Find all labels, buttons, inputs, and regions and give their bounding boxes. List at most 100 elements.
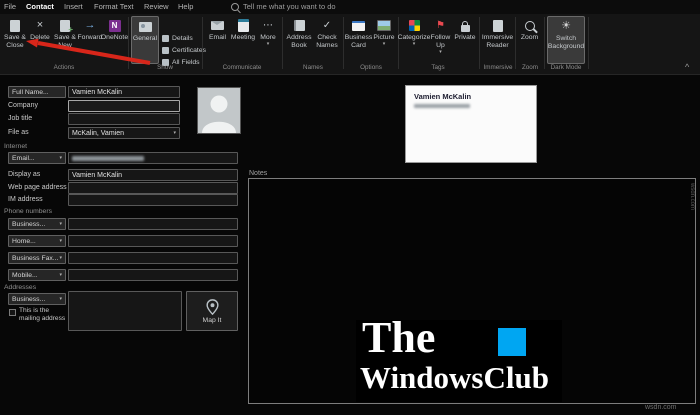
group-label-zoom: Zoom <box>521 64 539 71</box>
display-as-label: Display as <box>8 171 41 178</box>
lock-icon <box>460 18 470 33</box>
file-as-label: File as <box>8 129 29 136</box>
group-label-dark-mode: Dark Mode <box>550 64 582 71</box>
chevron-down-icon: ▾ <box>382 40 386 47</box>
full-name-button[interactable]: Full Name... <box>8 86 66 98</box>
more-icon: ⋯ <box>263 19 273 31</box>
chevron-down-icon: ▾ <box>59 155 62 161</box>
business-card-preview[interactable]: Vamien McKalin <box>405 85 537 163</box>
phone-mobile-field[interactable] <box>68 269 238 281</box>
phone-business-field[interactable] <box>68 218 238 230</box>
phone-business-button[interactable]: Business... ▾ <box>8 218 66 230</box>
notes-label: Notes <box>249 170 268 177</box>
redacted-email-value <box>72 155 144 161</box>
private-button[interactable]: Private <box>453 16 477 64</box>
group-label-communicate: Communicate <box>222 64 262 71</box>
group-separator <box>128 17 129 69</box>
phone-business-fax-field[interactable] <box>68 252 238 264</box>
collapse-ribbon-icon[interactable]: ^ <box>685 62 689 72</box>
business-card-icon <box>352 18 365 33</box>
full-name-field[interactable]: Vamien McKalin <box>68 86 180 98</box>
chevron-down-icon: ▾ <box>59 255 62 261</box>
phone-home-button[interactable]: Home... ▾ <box>8 235 66 247</box>
save-close-button[interactable]: Save & Close <box>2 16 28 64</box>
email-type-button[interactable]: Email... ▾ <box>8 152 66 164</box>
menu-bar: File Contact Insert Format Text Review H… <box>0 0 700 14</box>
group-label-actions: Actions <box>53 64 75 71</box>
tab-file[interactable]: File <box>4 0 16 14</box>
chevron-down-icon: ▾ <box>59 238 62 244</box>
phone-mobile-button[interactable]: Mobile... ▾ <box>8 269 66 281</box>
check-names-button[interactable]: ✓ Check Names <box>313 16 341 64</box>
details-button[interactable]: Details <box>162 33 193 44</box>
file-as-dropdown[interactable]: McKalin, Vamien ▾ <box>68 127 180 139</box>
tell-me-search[interactable]: Tell me what you want to do <box>243 0 336 14</box>
email-button[interactable]: Email <box>205 16 230 64</box>
group-label-options: Options <box>360 64 382 71</box>
email-field[interactable] <box>68 152 238 164</box>
more-button[interactable]: ⋯ More ▾ <box>256 16 280 64</box>
phone-section-label: Phone numbers <box>4 208 52 215</box>
sun-icon: ☀ <box>561 20 571 32</box>
tab-help[interactable]: Help <box>178 0 193 14</box>
zoom-button[interactable]: Zoom <box>517 16 542 64</box>
map-pin-icon <box>205 298 219 315</box>
internet-section-label: Internet <box>4 143 28 150</box>
group-separator <box>515 17 516 69</box>
certificates-icon <box>162 47 169 54</box>
group-separator <box>479 17 480 69</box>
details-icon <box>162 35 169 42</box>
forward-button[interactable]: → Forward <box>78 16 103 64</box>
logo-word-windowsclub: WindowsClub <box>360 360 549 395</box>
tab-insert[interactable]: Insert <box>64 0 83 14</box>
address-business-button[interactable]: Business... ▾ <box>8 293 66 305</box>
picture-button[interactable]: Picture ▾ <box>372 16 396 64</box>
web-page-field[interactable] <box>68 182 238 194</box>
tab-contact[interactable]: Contact <box>26 0 54 14</box>
tab-format-text[interactable]: Format Text <box>94 0 133 14</box>
addresses-section-label: Addresses <box>4 284 37 291</box>
save-new-button[interactable]: Save & New <box>52 16 78 64</box>
business-card-name: Vamien McKalin <box>414 92 472 101</box>
im-address-field[interactable] <box>68 194 238 206</box>
chevron-down-icon: ▾ <box>266 40 270 47</box>
im-address-label: IM address <box>8 196 43 203</box>
phone-home-field[interactable] <box>68 235 238 247</box>
phone-business-fax-button[interactable]: Business Fax... ▾ <box>8 252 66 264</box>
job-title-field[interactable] <box>68 113 180 125</box>
group-separator <box>588 17 589 69</box>
immersive-reader-button[interactable]: Immersive Reader <box>481 16 514 64</box>
display-as-field[interactable]: Vamien McKalin <box>68 169 238 181</box>
tab-review[interactable]: Review <box>144 0 169 14</box>
onenote-button[interactable]: N OneNote <box>101 16 128 64</box>
save-new-icon <box>60 18 73 35</box>
ribbon: Save & Close × Delete Save & New → Forwa… <box>0 14 700 75</box>
chevron-down-icon: ▾ <box>59 296 62 302</box>
map-it-button[interactable]: Map It <box>186 291 238 331</box>
address-field[interactable] <box>68 291 182 331</box>
certificates-button[interactable]: Certificates <box>162 45 206 56</box>
web-page-label: Web page address <box>8 184 67 191</box>
address-book-button[interactable]: Address Book <box>285 16 313 64</box>
switch-background-button[interactable]: ☀ Switch Background <box>547 16 585 64</box>
group-label-tags: Tags <box>431 64 445 71</box>
chevron-down-icon: ▾ <box>59 272 62 278</box>
logo-square-icon <box>498 328 526 356</box>
categorize-button[interactable]: Categorize ▾ <box>398 16 430 64</box>
contact-photo-placeholder[interactable] <box>197 87 241 134</box>
follow-up-button[interactable]: ⚑ Follow Up ▾ <box>428 16 453 64</box>
company-field[interactable] <box>68 100 180 112</box>
group-separator <box>398 17 399 69</box>
meeting-button[interactable]: Meeting <box>230 16 256 64</box>
email-icon <box>211 18 224 33</box>
forward-icon: → <box>84 19 96 31</box>
chevron-down-icon: ▾ <box>439 48 442 55</box>
business-card-button[interactable]: Business Card <box>345 16 372 64</box>
job-title-label: Job title <box>8 115 33 122</box>
general-button[interactable]: General <box>131 16 159 64</box>
mailing-address-checkbox[interactable] <box>9 309 16 316</box>
group-separator <box>202 17 203 69</box>
zoom-icon <box>524 18 535 33</box>
delete-button[interactable]: × Delete <box>28 16 52 64</box>
company-label: Company <box>8 102 38 109</box>
